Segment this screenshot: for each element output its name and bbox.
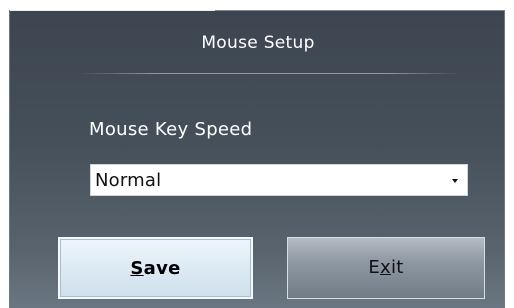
save-label-rest: ave: [143, 258, 181, 279]
mouse-key-speed-select[interactable]: Normal: [90, 164, 468, 196]
exit-button[interactable]: Exit: [287, 237, 485, 299]
dialog-title: Mouse Setup: [201, 33, 315, 53]
exit-label-end: it: [390, 257, 404, 278]
exit-label-start: E: [368, 257, 381, 278]
save-mnemonic: S: [130, 258, 144, 279]
title-divider: [80, 73, 462, 74]
mouse-key-speed-label: Mouse Key Speed: [89, 119, 253, 140]
exit-mnemonic: x: [380, 257, 391, 278]
select-value: Normal: [95, 170, 162, 191]
chevron-down-icon[interactable]: [452, 179, 458, 183]
screen: Mouse Setup Mouse Key Speed Normal Save …: [0, 0, 514, 308]
save-button[interactable]: Save: [58, 237, 253, 299]
mouse-setup-dialog: Mouse Setup Mouse Key Speed Normal Save …: [9, 10, 505, 308]
